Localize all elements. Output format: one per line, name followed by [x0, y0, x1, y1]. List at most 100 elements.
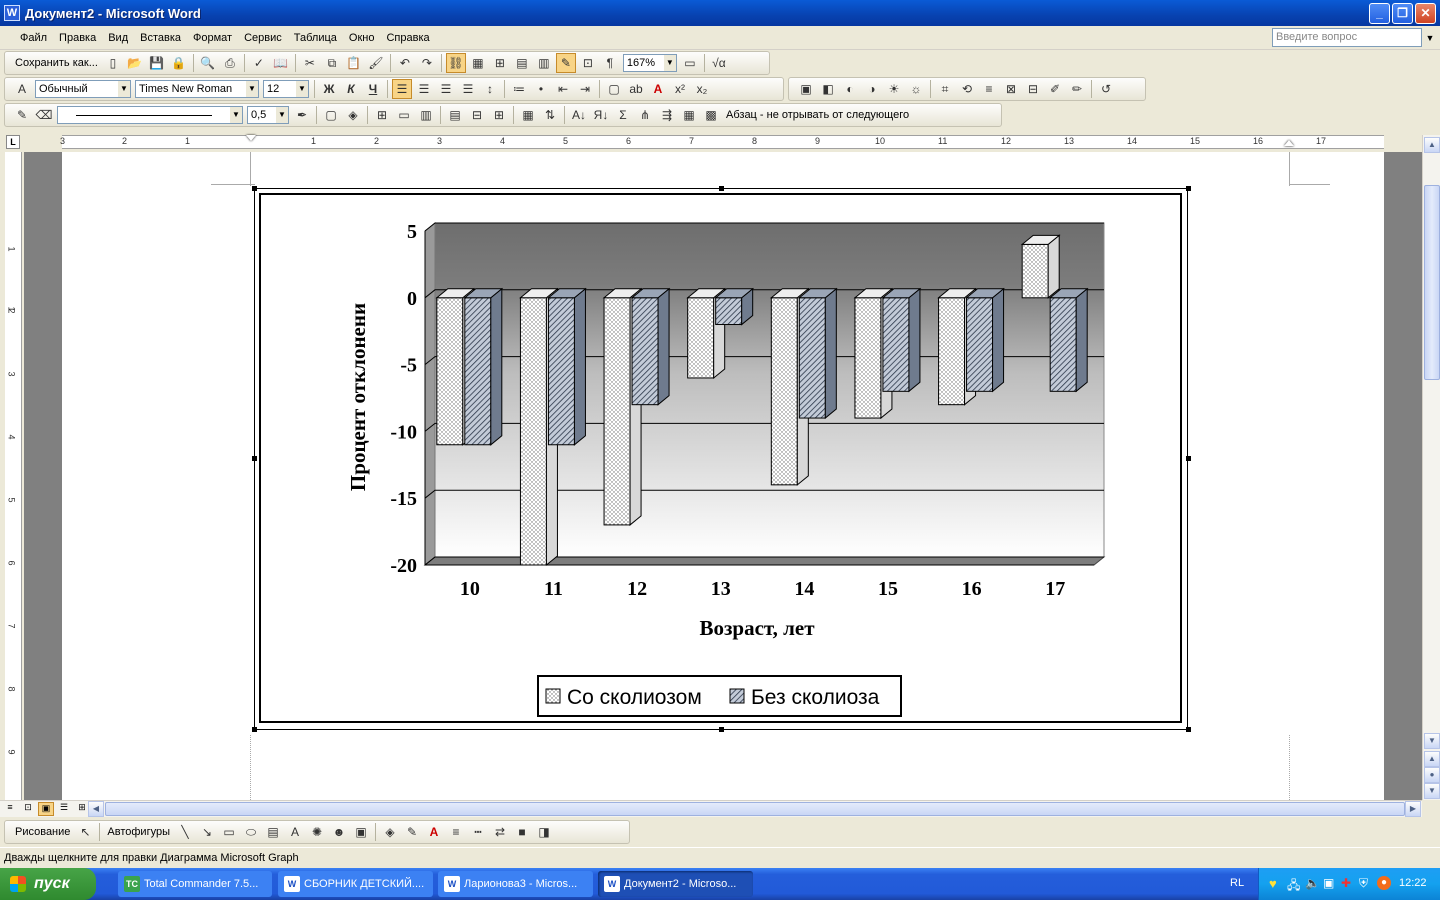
first-line-indent-marker[interactable]: [246, 135, 256, 141]
table-properties-icon[interactable]: ▩: [701, 105, 721, 125]
resize-handle[interactable]: [252, 456, 257, 461]
text-direction-icon[interactable]: ⇅: [540, 105, 560, 125]
font-size-select[interactable]: 12 ▼: [263, 80, 309, 98]
undo-icon[interactable]: ↶: [395, 53, 415, 73]
resize-handle[interactable]: [252, 186, 257, 191]
distribute-columns-icon[interactable]: ⊞: [489, 105, 509, 125]
ask-question-input[interactable]: Введите вопрос: [1272, 28, 1422, 47]
wordart-icon[interactable]: A: [285, 822, 305, 842]
select-objects-icon[interactable]: ↖: [75, 822, 95, 842]
tray-antivirus-icon[interactable]: ✚: [1341, 876, 1351, 890]
tray-app-icon[interactable]: ●: [1377, 876, 1391, 890]
align-right-icon[interactable]: ☰: [436, 79, 456, 99]
print-icon[interactable]: ⎙: [220, 53, 240, 73]
chevron-down-icon[interactable]: ▼: [246, 81, 258, 97]
show-formatting-icon[interactable]: ¶: [600, 53, 620, 73]
web-view-icon[interactable]: ⊡: [20, 802, 36, 816]
horizontal-scrollbar[interactable]: ≡ ⊡ ▣ ☰ ⊞ ◀ ▶: [0, 800, 1422, 817]
merge-cells-icon[interactable]: ▭: [394, 105, 414, 125]
copy-icon[interactable]: ⧉: [322, 53, 342, 73]
bar-series-2[interactable]: [463, 287, 504, 446]
increase-indent-icon[interactable]: ⇥: [575, 79, 595, 99]
redo-icon[interactable]: ↷: [417, 53, 437, 73]
chevron-down-icon[interactable]: ▼: [230, 107, 242, 123]
read-icon[interactable]: ▭: [680, 53, 700, 73]
spelling-icon[interactable]: ✓: [249, 53, 269, 73]
line-weight-select[interactable]: 0,5 ▼: [247, 106, 289, 124]
more-brightness-icon[interactable]: ☀: [884, 79, 904, 99]
bar-series-2[interactable]: [630, 287, 671, 406]
keep-with-next-button[interactable]: Абзац - не отрывать от следующего: [722, 109, 913, 121]
scroll-right-icon[interactable]: ▶: [1405, 801, 1421, 817]
field-icon[interactable]: ⋔: [635, 105, 655, 125]
font-color2-icon[interactable]: A: [424, 822, 444, 842]
shading-color-icon[interactable]: ◈: [343, 105, 363, 125]
chevron-down-icon[interactable]: ▼: [1424, 30, 1436, 46]
justify-icon[interactable]: ☰: [458, 79, 478, 99]
italic-button[interactable]: К: [341, 79, 361, 99]
resize-handle[interactable]: [1186, 727, 1191, 732]
crop-icon[interactable]: ⌗: [935, 79, 955, 99]
word-app-icon[interactable]: W: [4, 5, 20, 21]
menu-help[interactable]: Справка: [380, 27, 435, 49]
research-icon[interactable]: 📖: [271, 53, 291, 73]
menu-view[interactable]: Вид: [102, 27, 134, 49]
chevron-down-icon[interactable]: ▼: [118, 81, 130, 97]
start-button[interactable]: пуск: [0, 868, 96, 900]
scroll-down-icon[interactable]: ▼: [1424, 733, 1440, 749]
font-select[interactable]: Times New Roman ▼: [135, 80, 259, 98]
format-painter-icon[interactable]: 🖌: [366, 53, 386, 73]
chevron-down-icon[interactable]: ▼: [276, 107, 288, 123]
shadow-style-icon[interactable]: ■: [512, 822, 532, 842]
arrow-tool-icon[interactable]: ↘: [197, 822, 217, 842]
styles-icon[interactable]: A: [12, 79, 32, 99]
print-preview-icon[interactable]: 🔍: [198, 53, 218, 73]
print-layout-icon[interactable]: ▣: [38, 802, 54, 816]
open-folder-icon[interactable]: 📂: [125, 53, 145, 73]
sort-ascending-icon[interactable]: A↓: [569, 105, 589, 125]
scroll-up-icon[interactable]: ▲: [1424, 137, 1440, 153]
line-style-select[interactable]: ▼: [57, 106, 243, 124]
restore-button[interactable]: ❐: [1392, 3, 1413, 24]
align-center-icon[interactable]: ☰: [414, 79, 434, 99]
drawing-menu-button[interactable]: Рисование: [11, 826, 74, 838]
compress-icon[interactable]: ⊠: [1001, 79, 1021, 99]
bar-series-2[interactable]: [797, 287, 838, 420]
align-cell-icon[interactable]: ▤: [445, 105, 465, 125]
cut-icon[interactable]: ✂: [300, 53, 320, 73]
menu-edit[interactable]: Правка: [53, 27, 102, 49]
cell-option-icon[interactable]: ⇶: [657, 105, 677, 125]
text-box-icon[interactable]: ▤: [263, 822, 283, 842]
menu-tools[interactable]: Сервис: [238, 27, 288, 49]
next-page-icon[interactable]: ▼: [1424, 783, 1440, 799]
table-grid-icon[interactable]: ▦: [679, 105, 699, 125]
eraser-icon[interactable]: ⌫: [34, 105, 54, 125]
diagram-icon[interactable]: ✺: [307, 822, 327, 842]
format-picture-icon[interactable]: ✐: [1045, 79, 1065, 99]
underline-button[interactable]: Ч: [363, 79, 383, 99]
menu-insert[interactable]: Вставка: [134, 27, 187, 49]
autosum-icon[interactable]: Σ: [613, 105, 633, 125]
bar-series-2[interactable]: [1048, 287, 1089, 393]
outside-border-icon[interactable]: ▢: [321, 105, 341, 125]
resize-handle[interactable]: [1186, 456, 1191, 461]
resize-handle[interactable]: [1186, 186, 1191, 191]
subscript-icon[interactable]: x₂: [692, 79, 712, 99]
borders-icon[interactable]: ▢: [604, 79, 624, 99]
fill-color-icon[interactable]: ◈: [380, 822, 400, 842]
chart[interactable]: 5 0 -5 -10 -15 -20 10 11 12 13 14 15 16 17 Процент о…: [259, 193, 1183, 725]
transparent-color-icon[interactable]: ✏: [1067, 79, 1087, 99]
dash-style-icon[interactable]: ┅: [468, 822, 488, 842]
taskbar-item[interactable]: TC Total Commander 7.5...: [118, 871, 272, 897]
drawing-toggle-icon[interactable]: ✎: [555, 53, 576, 73]
line-spacing-icon[interactable]: ↕: [480, 79, 500, 99]
style-select[interactable]: Обычный ▼: [35, 80, 131, 98]
color-icon[interactable]: ◧: [818, 79, 838, 99]
insert-hyperlink-icon[interactable]: ⛓: [445, 53, 466, 73]
rectangle-tool-icon[interactable]: ▭: [219, 822, 239, 842]
paste-icon[interactable]: 📋: [344, 53, 364, 73]
tray-heart-icon[interactable]: ♥: [1269, 876, 1277, 891]
taskbar-item-active[interactable]: W Документ2 - Microso...: [598, 871, 753, 897]
less-brightness-icon[interactable]: ☼: [906, 79, 926, 99]
3d-style-icon[interactable]: ◨: [534, 822, 554, 842]
